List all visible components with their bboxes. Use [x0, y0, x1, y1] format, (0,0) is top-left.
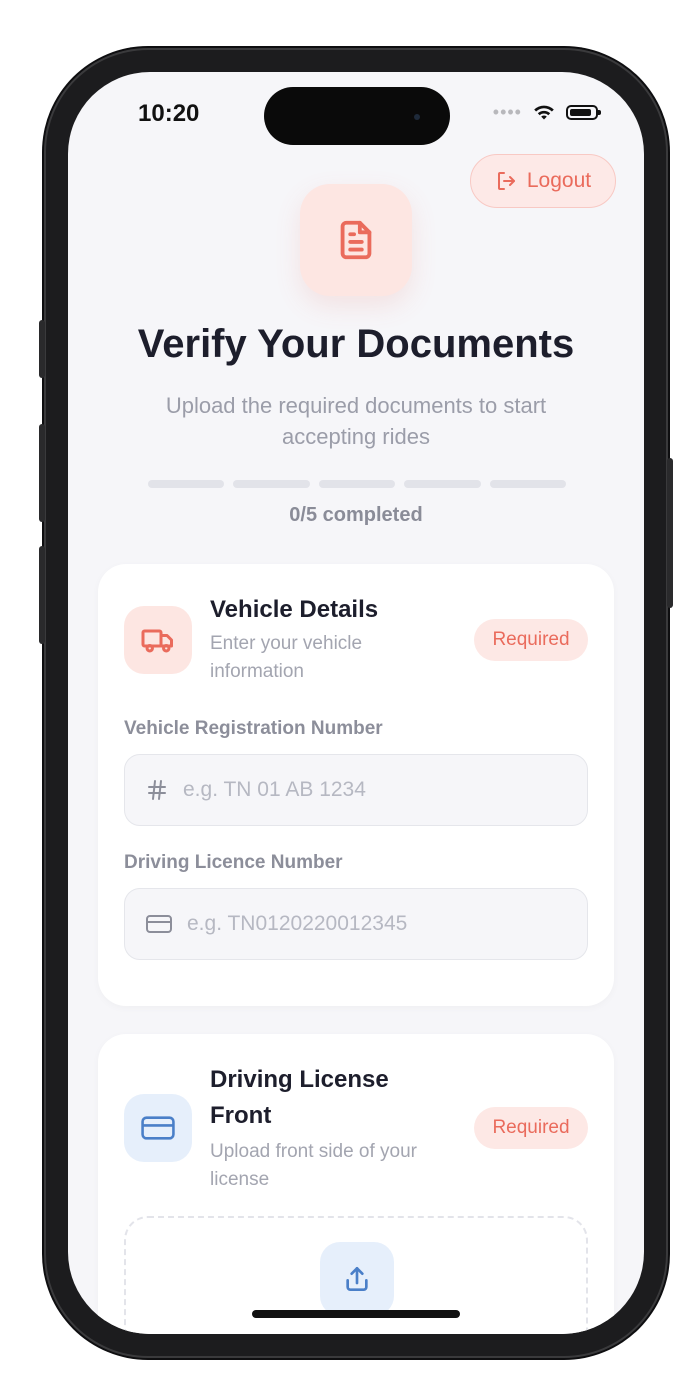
- progress-segment: [489, 480, 567, 488]
- upload-button[interactable]: [320, 1242, 394, 1316]
- progress-segment: [233, 480, 310, 488]
- volume-up-button: [39, 424, 45, 522]
- hash-icon: [148, 780, 166, 800]
- registration-field[interactable]: [124, 754, 588, 826]
- progress-segment: [148, 480, 225, 488]
- vehicle-details-description: Enter your vehicle information: [210, 633, 363, 682]
- action-button: [39, 320, 45, 378]
- registration-input[interactable]: [181, 777, 565, 803]
- volume-down-button: [39, 546, 45, 644]
- status-icons: ••••: [492, 100, 601, 124]
- upload-icon: [346, 1267, 368, 1291]
- status-time: 10:20: [138, 100, 200, 127]
- vehicle-details-title: Vehicle Details: [210, 596, 379, 623]
- battery-icon: [566, 104, 601, 120]
- card-icon: [141, 1116, 175, 1140]
- license-front-description: Upload front side of your license: [210, 1141, 418, 1190]
- wifi-icon: [534, 105, 554, 120]
- document-icon: [340, 220, 372, 260]
- license-front-card: Driving License Front Upload front side …: [98, 1034, 614, 1334]
- app-screen: 10:20 •••• Logout Verify Your Documents …: [68, 72, 644, 1334]
- license-front-title: Driving License Front: [210, 1066, 389, 1129]
- truck-icon: [141, 629, 173, 653]
- logout-icon: [497, 172, 515, 190]
- required-badge: Required: [474, 619, 588, 661]
- signal-icon: ••••: [492, 102, 522, 122]
- logout-label: Logout: [526, 169, 592, 192]
- licence-input[interactable]: [185, 911, 569, 937]
- progress-bar: [148, 480, 567, 488]
- registration-label: Vehicle Registration Number: [124, 718, 383, 739]
- dynamic-island: [264, 87, 450, 145]
- vehicle-details-card: Vehicle Details Enter your vehicle infor…: [98, 564, 614, 1006]
- required-badge: Required: [474, 1107, 588, 1149]
- page-title: Verify Your Documents: [137, 322, 575, 366]
- licence-label: Driving Licence Number: [124, 852, 343, 873]
- card-icon: [146, 915, 172, 933]
- progress-label: 0/5 completed: [289, 504, 423, 526]
- progress-segment: [404, 480, 481, 488]
- document-badge: [300, 184, 412, 296]
- licence-field[interactable]: [124, 888, 588, 960]
- page-subtitle: Upload the required documents to start a…: [165, 393, 547, 449]
- logout-button[interactable]: Logout: [470, 154, 616, 208]
- power-button: [667, 458, 673, 608]
- license-icon-badge: [124, 1094, 192, 1162]
- progress-segment: [318, 480, 396, 488]
- home-indicator[interactable]: [252, 1310, 460, 1318]
- vehicle-icon-badge: [124, 606, 192, 674]
